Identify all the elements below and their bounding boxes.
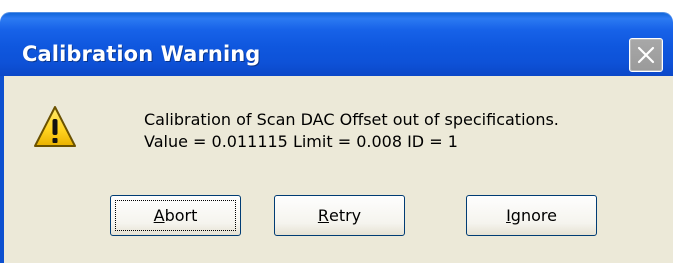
title-bar[interactable]: Calibration Warning [0, 12, 673, 76]
close-icon [637, 46, 655, 64]
calibration-warning-dialog: Calibration Warning Calibration of Scan … [0, 0, 673, 263]
message-line-1: Calibration of Scan DAC Offset out of sp… [144, 110, 559, 129]
message-text: Calibration of Scan DAC Offset out of sp… [144, 109, 559, 153]
message-line-2: Value = 0.011115 Limit = 0.008 ID = 1 [144, 132, 458, 151]
ignore-label-rest: gnore [510, 206, 557, 225]
abort-label-rest: bort [164, 206, 198, 225]
close-button[interactable] [629, 38, 663, 72]
retry-label-rest: etry [328, 206, 362, 225]
ignore-button[interactable]: Ignore [466, 195, 597, 236]
abort-mnemonic: A [153, 206, 165, 225]
retry-mnemonic: R [317, 206, 329, 225]
window-title: Calibration Warning [22, 42, 261, 66]
abort-button[interactable]: Abort [110, 195, 241, 236]
dialog-body: Calibration of Scan DAC Offset out of sp… [0, 76, 673, 263]
warning-icon [34, 106, 76, 147]
retry-button[interactable]: Retry [274, 195, 405, 236]
